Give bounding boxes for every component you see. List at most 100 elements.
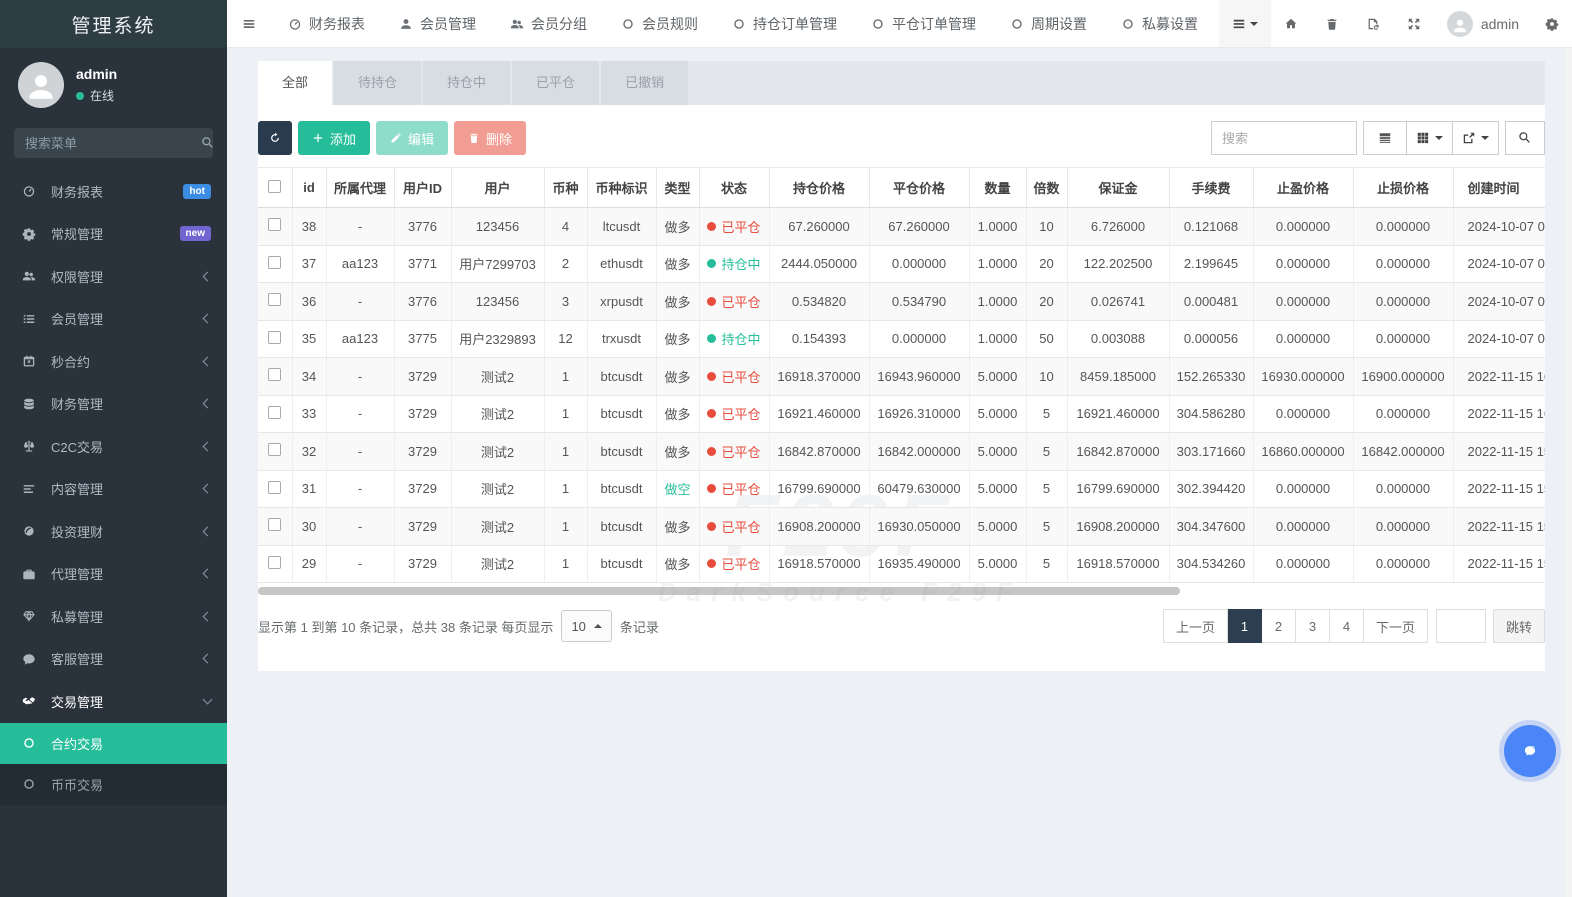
row-checkbox[interactable] bbox=[268, 293, 282, 307]
table-row[interactable]: 29-3729 测试2 1 btcusdt 做多 已平仓 16918.570000 16935… bbox=[258, 545, 1545, 583]
nav-item-8[interactable]: 私募设置 bbox=[1104, 0, 1215, 47]
row-checkbox[interactable] bbox=[268, 255, 282, 269]
refresh-button[interactable] bbox=[258, 121, 292, 155]
settings-button[interactable] bbox=[1531, 0, 1572, 47]
sidebar-subitem-1[interactable]: 合约交易 bbox=[0, 722, 227, 764]
navbar-user-menu[interactable]: admin bbox=[1435, 0, 1531, 47]
delete-button[interactable]: 删除 bbox=[454, 121, 527, 155]
status-label: 持仓中 bbox=[721, 332, 761, 348]
nav-item-4[interactable]: 会员规则 bbox=[604, 0, 715, 47]
sidebar-item-11[interactable]: 私募管理 bbox=[0, 595, 227, 638]
page-button-4[interactable]: 4 bbox=[1329, 609, 1364, 643]
tab-4[interactable]: 已平仓 bbox=[512, 61, 600, 105]
sidebar-item-13[interactable]: 交易管理 bbox=[0, 680, 227, 723]
table-row[interactable]: 31-3729 测试2 1 btcusdt 做空 已平仓 16799.690000 60479… bbox=[258, 470, 1545, 508]
align-icon bbox=[22, 482, 42, 496]
page-button-1[interactable]: 1 bbox=[1227, 609, 1262, 643]
columns-button[interactable] bbox=[1407, 121, 1453, 155]
search-submit-button[interactable] bbox=[1505, 121, 1545, 155]
tab-3[interactable]: 持仓中 bbox=[423, 61, 511, 105]
chat-float-button[interactable] bbox=[1504, 725, 1556, 777]
clear-cache-button[interactable] bbox=[1312, 0, 1353, 47]
sidebar-toggle-button[interactable] bbox=[227, 0, 271, 47]
nav-item-7[interactable]: 周期设置 bbox=[993, 0, 1104, 47]
sidebar-item-7[interactable]: C2C交易 bbox=[0, 425, 227, 468]
tab-2[interactable]: 待持仓 bbox=[334, 61, 422, 105]
table-row[interactable]: 35 aa123 3775 用户2329893 12 trxusdt 做多 持仓中 0.1543… bbox=[258, 320, 1545, 358]
table-search-input[interactable] bbox=[1211, 121, 1357, 155]
fullscreen-button[interactable] bbox=[1394, 0, 1435, 47]
table-row[interactable]: 30-3729 测试2 1 btcusdt 做多 已平仓 16908.200000 16930… bbox=[258, 507, 1545, 546]
cell-take_profit: 0.000000 bbox=[1253, 507, 1354, 546]
search-icon bbox=[1518, 131, 1532, 145]
table-row[interactable]: 38-3776 123456 4 ltcusdt 做多 已平仓 67.260000 67.26… bbox=[258, 207, 1545, 246]
tab-5[interactable]: 已撤销 bbox=[601, 61, 689, 105]
next-page-button[interactable]: 下一页 bbox=[1363, 609, 1428, 643]
sidebar-item-8[interactable]: 内容管理 bbox=[0, 468, 227, 511]
circle-o-icon bbox=[22, 777, 42, 791]
row-checkbox[interactable] bbox=[268, 518, 282, 532]
export-button[interactable] bbox=[1453, 121, 1499, 155]
jump-button[interactable]: 跳转 bbox=[1492, 609, 1545, 643]
page-button-2[interactable]: 2 bbox=[1261, 609, 1296, 643]
cell-take_profit: 0.000000 bbox=[1253, 395, 1354, 433]
cell-close_price: 16935.490000 bbox=[869, 545, 970, 583]
sidebar-item-5[interactable]: 秒合约 bbox=[0, 340, 227, 383]
table-row[interactable]: 37 aa123 3771 用户7299703 2 ethusdt 做多 持仓中 2444.05… bbox=[258, 245, 1545, 283]
row-checkbox[interactable] bbox=[268, 368, 282, 382]
nav-item-2[interactable]: 会员管理 bbox=[382, 0, 493, 47]
prev-page-button[interactable]: 上一页 bbox=[1162, 609, 1228, 643]
vertical-scrollbar-track[interactable] bbox=[1565, 48, 1572, 897]
row-checkbox[interactable] bbox=[268, 218, 282, 232]
sidebar-item-3[interactable]: 权限管理 bbox=[0, 255, 227, 298]
cell-close_price: 16930.050000 bbox=[869, 507, 970, 546]
jump-page-input[interactable] bbox=[1435, 609, 1486, 643]
cell-user_id: 3776 bbox=[394, 207, 452, 246]
row-checkbox[interactable] bbox=[268, 405, 282, 419]
page-size-dropdown[interactable]: 10 bbox=[561, 610, 612, 642]
sidebar-subitem-2[interactable]: 币币交易 bbox=[0, 764, 227, 805]
edit-button[interactable]: 编辑 bbox=[376, 121, 449, 155]
select-all-checkbox[interactable] bbox=[268, 179, 282, 193]
add-button[interactable]: 添加 bbox=[298, 121, 371, 155]
row-checkbox[interactable] bbox=[268, 443, 282, 457]
nav-item-1[interactable]: 财务报表 bbox=[271, 0, 382, 47]
table-row[interactable]: 34-3729 测试2 1 btcusdt 做多 已平仓 16918.370000 16943… bbox=[258, 357, 1545, 396]
chevron-down-icon bbox=[202, 694, 213, 705]
sidebar-item-12[interactable]: 客服管理 bbox=[0, 638, 227, 681]
detail-view-button[interactable] bbox=[1363, 121, 1407, 155]
sidebar-item-4[interactable]: 会员管理 bbox=[0, 298, 227, 341]
cell-margin: 8459.185000 bbox=[1067, 357, 1170, 396]
tab-1[interactable]: 全部 bbox=[258, 61, 333, 105]
sidebar-item-2[interactable]: 常规管理 new bbox=[0, 213, 227, 256]
sidebar-search-input[interactable] bbox=[25, 135, 201, 151]
page-button-3[interactable]: 3 bbox=[1295, 609, 1330, 643]
table-row[interactable]: 32-3729 测试2 1 btcusdt 做多 已平仓 16842.870000 16842… bbox=[258, 432, 1545, 471]
table-row[interactable]: 36-3776 123456 3 xrpusdt 做多 已平仓 0.534820 0.5347… bbox=[258, 282, 1545, 321]
col-header-4: 用户 bbox=[451, 167, 545, 208]
nav-item-6[interactable]: 平仓订单管理 bbox=[854, 0, 993, 47]
nav-item-5[interactable]: 持仓订单管理 bbox=[715, 0, 854, 47]
row-checkbox[interactable] bbox=[268, 480, 282, 494]
sidebar-item-label: 会员管理 bbox=[51, 312, 104, 328]
cell-take_profit: 0.000000 bbox=[1253, 545, 1354, 583]
row-checkbox[interactable] bbox=[268, 330, 282, 344]
home-button[interactable] bbox=[1271, 0, 1312, 47]
nav-item-3[interactable]: 会员分组 bbox=[493, 0, 604, 47]
nav-item-label: 周期设置 bbox=[1031, 15, 1087, 32]
comment-icon bbox=[22, 652, 42, 666]
row-checkbox[interactable] bbox=[268, 555, 282, 569]
nav-list-toggle-button[interactable] bbox=[1218, 0, 1271, 47]
sidebar-item-6[interactable]: 财务管理 bbox=[0, 383, 227, 426]
horizontal-scrollbar-thumb[interactable] bbox=[258, 587, 1180, 595]
sidebar-item-10[interactable]: 代理管理 bbox=[0, 553, 227, 596]
users-icon bbox=[510, 17, 524, 31]
cell-close_price: 67.260000 bbox=[869, 207, 970, 246]
sidebar-item-1[interactable]: 财务报表 hot bbox=[0, 170, 227, 213]
log-refresh-button[interactable] bbox=[1353, 0, 1394, 47]
table-row[interactable]: 33-3729 测试2 1 btcusdt 做多 已平仓 16921.460000 16926… bbox=[258, 395, 1545, 433]
plus-icon bbox=[312, 132, 324, 144]
status-tabs: 全部 待持仓 持仓中 已平仓 已撤销 bbox=[258, 61, 1545, 105]
sidebar-search bbox=[14, 128, 213, 158]
sidebar-item-9[interactable]: 投资理财 bbox=[0, 510, 227, 553]
